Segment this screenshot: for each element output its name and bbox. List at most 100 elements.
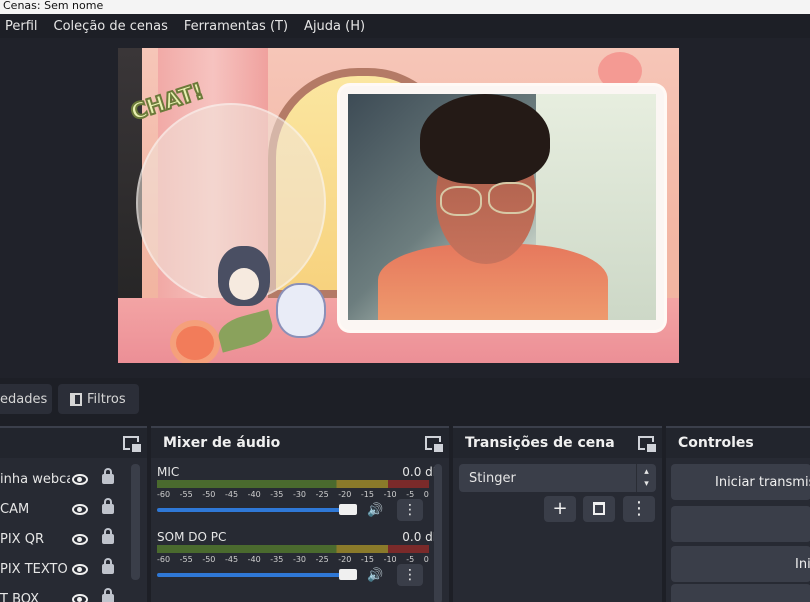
- transition-selected: Stinger: [469, 470, 516, 486]
- meter-tick: -15: [360, 555, 374, 564]
- filter-icon: [70, 392, 82, 406]
- source-toolbar: edades Filtros: [0, 384, 810, 416]
- mixer-dock-header: Mixer de áudio: [151, 428, 449, 458]
- sources-dock-header: [0, 428, 147, 458]
- lock-icon[interactable]: [102, 558, 114, 574]
- meter-tick: -5: [406, 490, 415, 499]
- meter-tick: -40: [247, 490, 261, 499]
- lock-icon[interactable]: [102, 498, 114, 514]
- menu-ferramentas[interactable]: Ferramentas (T): [184, 19, 288, 34]
- filters-button[interactable]: Filtros: [58, 384, 139, 414]
- eye-icon[interactable]: [72, 533, 88, 545]
- meter-tick: -45: [224, 490, 239, 499]
- mixer-scrollbar[interactable]: [434, 464, 442, 602]
- start-recording-button[interactable]: Inic: [671, 546, 810, 582]
- meter-tick: -50: [202, 490, 216, 499]
- volume-slider-handle[interactable]: [339, 569, 357, 580]
- meter-tick: -40: [247, 555, 261, 564]
- window-title: Cenas: Sem nome: [3, 0, 104, 12]
- undock-icon[interactable]: [425, 436, 445, 454]
- speaker-icon[interactable]: 🔊: [367, 568, 383, 583]
- trash-icon: [593, 502, 605, 515]
- bunny-plush-graphic: [276, 283, 326, 338]
- start-recording-label: Inic: [795, 556, 810, 572]
- preview-area: CHAT!: [0, 38, 810, 378]
- flower-graphic: [176, 326, 214, 360]
- meter-scale: -60 -55 -50 -45 -40 -35 -30 -25 -20 -15 …: [157, 555, 429, 564]
- transition-options-button[interactable]: ⋮: [623, 496, 655, 522]
- scene-transitions-dock: Transições de cena Stinger ▴ ▾ + ⋮: [453, 426, 662, 602]
- meter-tick: -15: [360, 490, 374, 499]
- lock-icon[interactable]: [102, 588, 114, 602]
- meter-tick: 0: [423, 555, 429, 564]
- mixer-channel: MIC 0.0 dB -60 -55 -50 -45 -40 -35 -30 -…: [151, 458, 449, 521]
- mixer-title: Mixer de áudio: [163, 435, 281, 451]
- source-item-label: T BOX: [0, 591, 40, 602]
- lock-icon[interactable]: [102, 468, 114, 484]
- volume-slider[interactable]: [157, 573, 357, 577]
- webcam-frame: [340, 86, 664, 330]
- meter-tick: -45: [224, 555, 239, 564]
- menu-perfil[interactable]: Perfil: [5, 19, 38, 34]
- remove-transition-button[interactable]: [583, 496, 615, 522]
- channel-name: MIC: [157, 465, 180, 479]
- webcam-feed: [348, 94, 656, 320]
- webcam-glasses-right: [488, 182, 534, 214]
- source-item-label: PIX QR: [0, 531, 44, 547]
- volume-meter: [157, 480, 429, 488]
- meter-tick: -10: [383, 555, 397, 564]
- meter-tick: -35: [270, 555, 284, 564]
- menu-colecao-de-cenas[interactable]: Coleção de cenas: [54, 19, 168, 34]
- source-item[interactable]: PIX QR: [0, 524, 147, 554]
- eye-icon[interactable]: [72, 593, 88, 602]
- eye-icon[interactable]: [72, 473, 88, 485]
- undock-icon[interactable]: [638, 436, 658, 454]
- meter-tick: -55: [179, 490, 193, 499]
- meter-tick: -60: [157, 490, 171, 499]
- add-transition-button[interactable]: +: [544, 496, 576, 522]
- start-streaming-label: Iniciar transmiss: [715, 474, 810, 490]
- control-button[interactable]: [671, 506, 810, 542]
- undock-icon[interactable]: [123, 436, 143, 454]
- control-button[interactable]: [671, 584, 810, 602]
- meter-tick: -30: [292, 555, 307, 564]
- meter-tick: -20: [338, 555, 352, 564]
- source-item[interactable]: CAM: [0, 494, 147, 524]
- volume-meter: [157, 545, 429, 553]
- source-item-label: CAM: [0, 501, 30, 517]
- sources-scrollbar[interactable]: [131, 464, 140, 580]
- meter-tick: -30: [292, 490, 307, 499]
- menu-ajuda[interactable]: Ajuda (H): [304, 19, 365, 34]
- spinner-arrows-icon[interactable]: ▴ ▾: [636, 464, 656, 492]
- window-titlebar: Cenas: Sem nome: [0, 0, 810, 14]
- properties-label: edades: [0, 391, 48, 407]
- meter-tick: -5: [406, 555, 415, 564]
- penguin-plush-graphic: [218, 246, 270, 306]
- source-item[interactable]: T BOX: [0, 584, 147, 602]
- meter-tick: -55: [179, 555, 193, 564]
- eye-icon[interactable]: [72, 503, 88, 515]
- meter-tick: -50: [202, 555, 216, 564]
- meter-tick: -60: [157, 555, 171, 564]
- audio-mixer-dock: Mixer de áudio MIC 0.0 dB -60 -55 -50 -4…: [151, 426, 449, 602]
- preview-canvas[interactable]: CHAT!: [118, 48, 679, 363]
- meter-tick: -35: [270, 490, 284, 499]
- volume-slider[interactable]: [157, 508, 357, 512]
- meter-tick: -10: [383, 490, 397, 499]
- transitions-title: Transições de cena: [465, 435, 615, 451]
- lock-icon[interactable]: [102, 528, 114, 544]
- transition-select[interactable]: Stinger ▴ ▾: [459, 464, 656, 492]
- properties-button[interactable]: edades: [0, 384, 52, 414]
- source-item[interactable]: inha webca: [0, 464, 147, 494]
- more-options-button[interactable]: ⋮: [397, 499, 423, 521]
- start-streaming-button[interactable]: Iniciar transmiss: [671, 464, 810, 500]
- volume-slider-handle[interactable]: [339, 504, 357, 515]
- meter-tick: 0: [423, 490, 429, 499]
- eye-icon[interactable]: [72, 563, 88, 575]
- more-options-button[interactable]: ⋮: [397, 564, 423, 586]
- source-item-label: inha webca: [0, 471, 70, 487]
- speaker-icon[interactable]: 🔊: [367, 503, 383, 518]
- meter-tick: -25: [315, 490, 329, 499]
- source-item[interactable]: PIX TEXTO: [0, 554, 147, 584]
- mixer-channel: SOM DO PC 0.0 dB -60 -55 -50 -45 -40 -35…: [151, 521, 449, 586]
